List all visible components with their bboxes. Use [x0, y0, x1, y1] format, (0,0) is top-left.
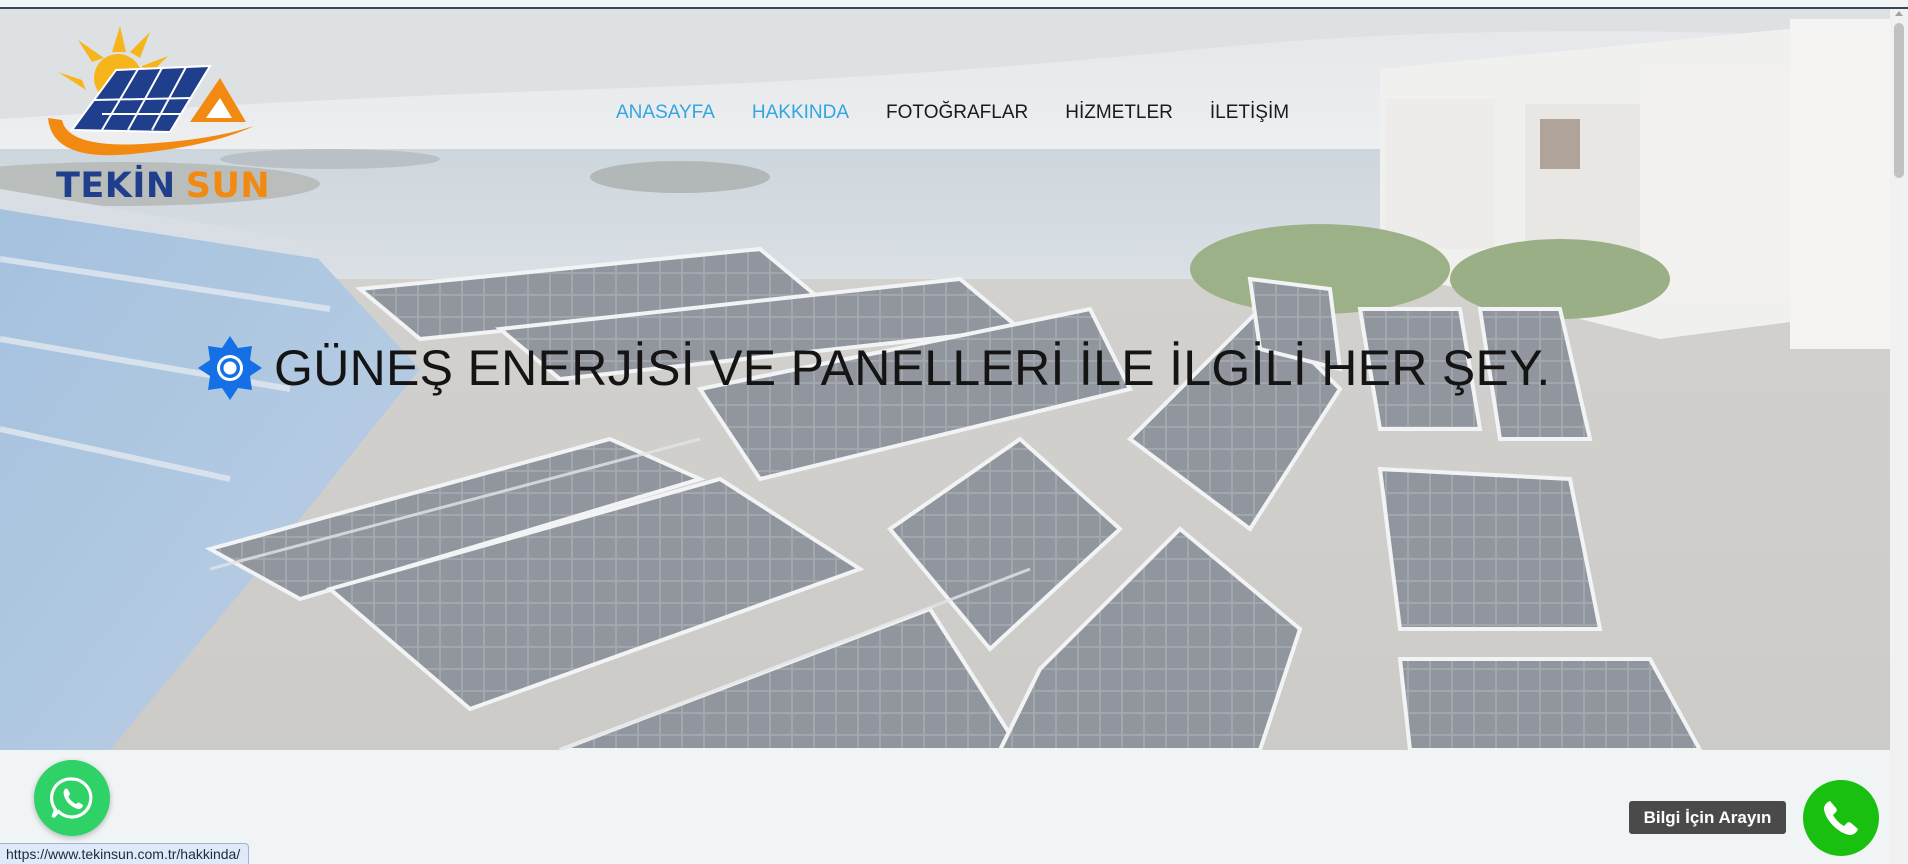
- logo-wordmark: TEKİN SUN: [56, 166, 270, 206]
- scroll-thumb[interactable]: [1894, 23, 1904, 178]
- hero-headline: GÜNEŞ ENERJİSİ VE PANELLERİ İLE İLGİLİ H…: [198, 336, 1551, 400]
- site-logo[interactable]: TEKİN SUN: [42, 22, 272, 212]
- solar-house-logo-icon: [48, 26, 254, 156]
- nav-hizmetler[interactable]: HİZMETLER: [1065, 102, 1173, 124]
- whatsapp-button[interactable]: [34, 760, 110, 836]
- gear-sun-icon: [198, 336, 262, 400]
- logo-word-sun: SUN: [185, 166, 271, 206]
- main-nav: ANASAYFA HAKKINDA FOTOĞRAFLAR HİZMETLER …: [616, 102, 1289, 124]
- scroll-up-arrow-icon[interactable]: [1895, 11, 1903, 16]
- logo-word-tekin: TEKİN: [56, 166, 176, 206]
- call-button[interactable]: [1803, 780, 1879, 856]
- whatsapp-icon: [50, 777, 93, 819]
- phone-icon: [1824, 801, 1858, 835]
- hero-headline-text: GÜNEŞ ENERJİSİ VE PANELLERİ İLE İLGİLİ H…: [274, 340, 1551, 396]
- scrollbar[interactable]: [1890, 9, 1908, 864]
- status-bar-url: https://www.tekinsun.com.tr/hakkinda/: [0, 843, 250, 864]
- call-info-label[interactable]: Bilgi İçin Arayın: [1629, 801, 1786, 834]
- page: TEKİN SUN ANASAYFA HAKKINDA FOTOĞRAFLAR H…: [0, 0, 1908, 864]
- nav-hakkinda[interactable]: HAKKINDA: [752, 102, 849, 124]
- nav-iletisim[interactable]: İLETİŞİM: [1210, 102, 1289, 124]
- nav-anasayfa[interactable]: ANASAYFA: [616, 102, 715, 124]
- top-rule: [0, 0, 1908, 9]
- nav-fotograflar[interactable]: FOTOĞRAFLAR: [886, 102, 1028, 124]
